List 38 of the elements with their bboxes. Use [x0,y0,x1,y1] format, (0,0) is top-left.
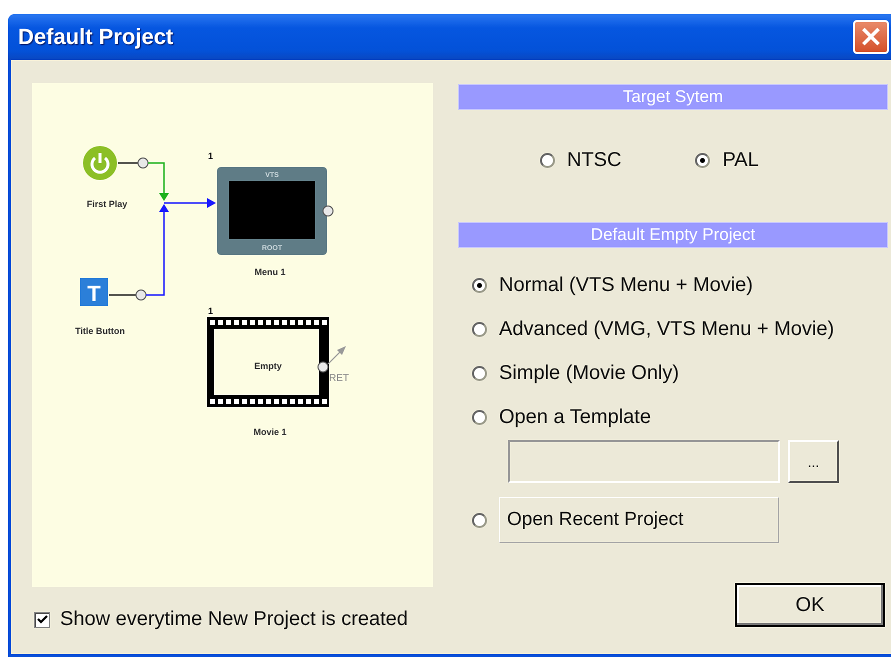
radio-label: NTSC [567,148,622,172]
power-icon [83,146,117,180]
node-label: First Play [86,199,128,209]
checkbox-label: Show everytime New Project is created [60,608,408,631]
radio-label: Advanced (VMG, VTS Menu + Movie) [499,318,834,340]
radio-button[interactable] [695,152,710,168]
recent-project-button[interactable]: Open Recent Project [499,497,779,543]
title-button-icon: T [80,278,108,306]
arrow-icon [328,346,346,364]
radio-button[interactable] [472,366,487,380]
radio-button[interactable] [540,152,555,168]
section-header: Default Empty Project [458,222,888,248]
port-icon [136,290,146,300]
radio-button[interactable] [472,322,487,336]
port-icon [138,158,148,168]
connector-line [118,162,138,164]
port-icon [322,206,334,216]
node-label: Movie 1 [254,427,286,437]
radio-button[interactable] [472,410,487,424]
browse-button[interactable]: ... [788,440,839,483]
radio-label: Simple (Movie Only) [499,362,680,384]
ok-button[interactable]: OK [735,583,885,627]
film-caption: Empty [254,361,282,371]
checkbox[interactable] [34,612,50,628]
template-path-field[interactable] [508,440,780,483]
port-label: RET [329,373,349,384]
radio-button[interactable] [472,512,487,528]
node-number: 1 [208,151,214,161]
section-header: Target Sytem [458,84,888,110]
node-number: 1 [208,306,214,316]
radio-button[interactable] [472,278,487,292]
window-title: Default Project [18,24,174,50]
node-label: Title Button [75,326,125,336]
radio-label: Normal (VTS Menu + Movie) [499,274,753,296]
connector-line [109,294,136,296]
radio-label: Open a Template [499,406,651,428]
node-label: Menu 1 [254,267,286,277]
radio-label: PAL [722,148,759,172]
